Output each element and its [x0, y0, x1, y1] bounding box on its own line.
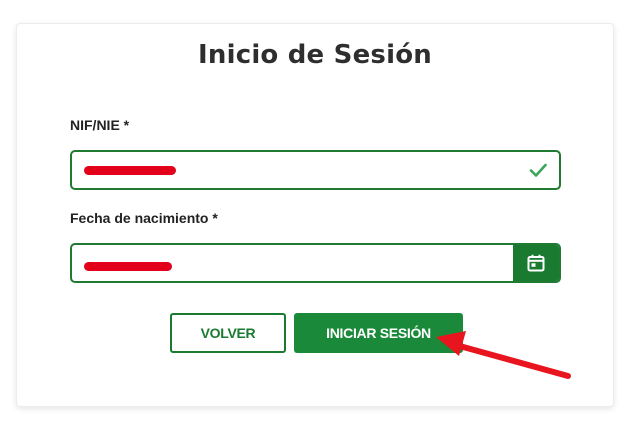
calendar-icon	[527, 254, 545, 272]
redaction-mark	[84, 166, 176, 175]
dob-label: Fecha de nacimiento *	[70, 210, 218, 226]
calendar-button[interactable]	[513, 245, 559, 281]
redaction-mark	[84, 262, 172, 271]
nif-field[interactable]	[70, 150, 561, 190]
check-icon	[529, 163, 547, 177]
dob-field[interactable]	[70, 243, 561, 283]
back-button[interactable]: VOLVER	[170, 313, 286, 353]
login-button[interactable]: INICIAR SESIÓN	[294, 313, 463, 353]
login-card: Inicio de Sesión NIF/NIE * Fecha de naci…	[16, 23, 614, 407]
nif-label: NIF/NIE *	[70, 117, 130, 133]
page-title: Inicio de Sesión	[198, 40, 432, 70]
